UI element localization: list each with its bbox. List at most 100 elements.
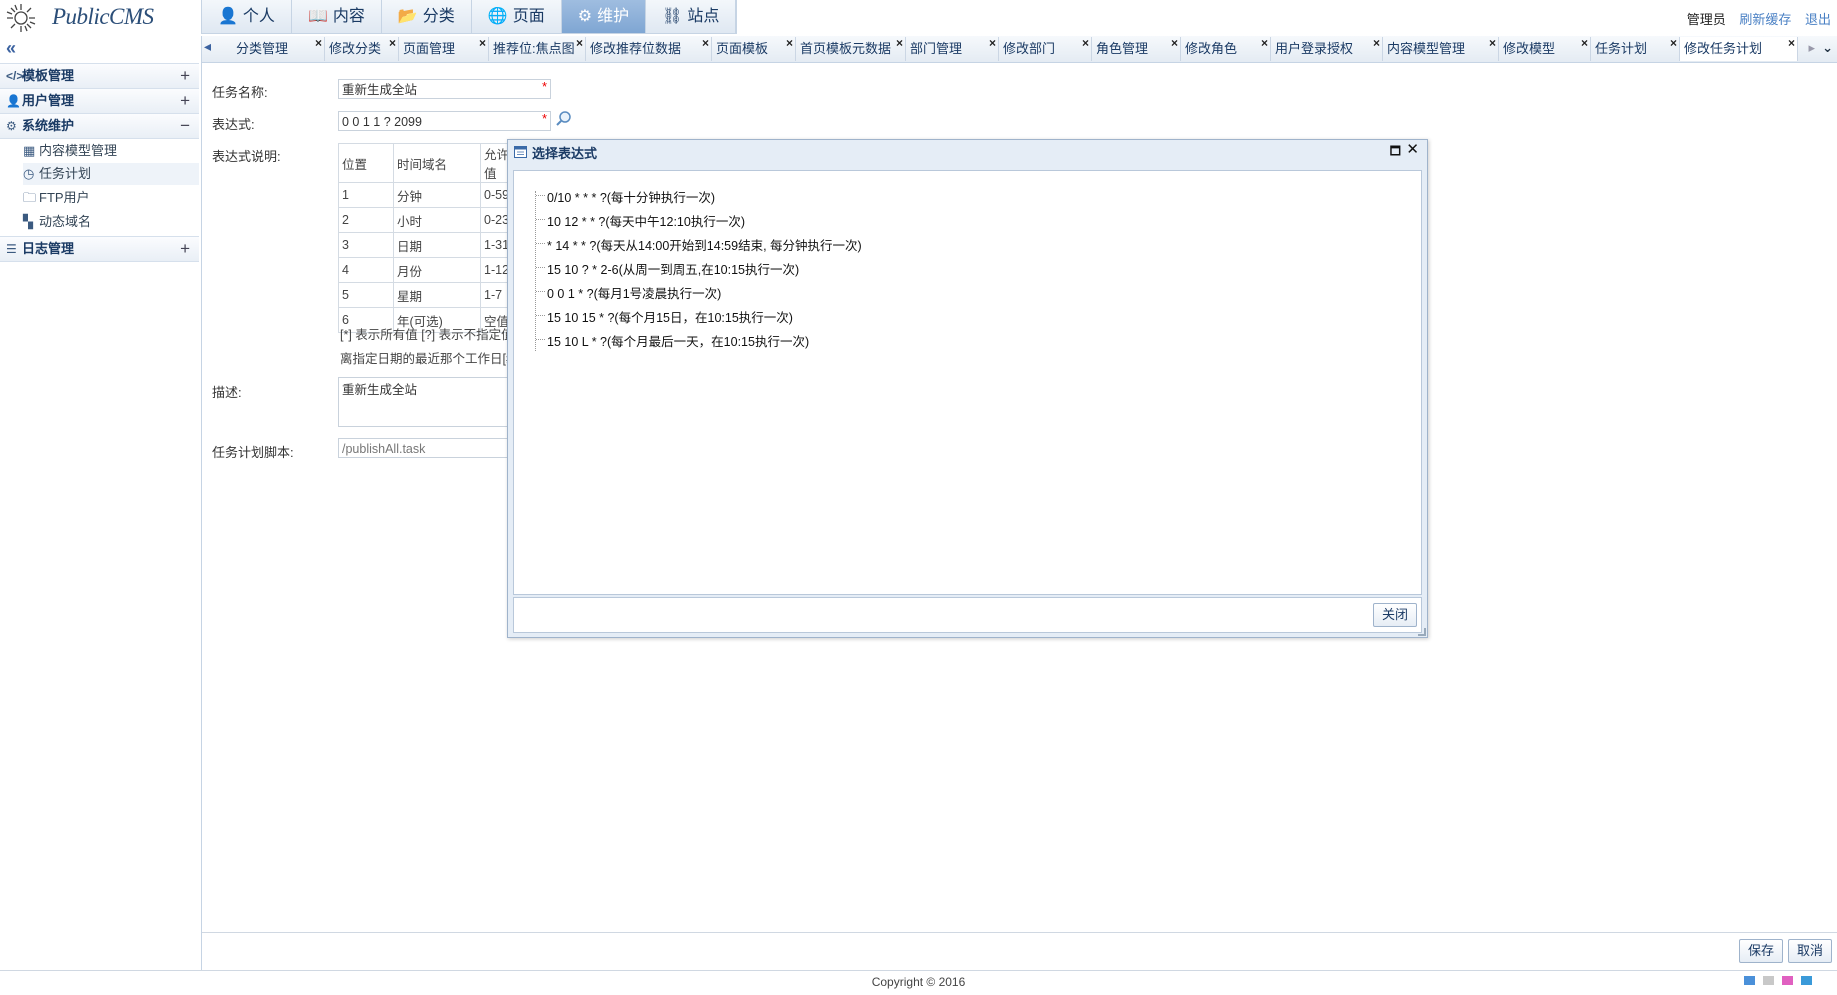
cancel-button[interactable]: 取消 <box>1787 939 1832 963</box>
page-tab-label: 修改分类 <box>329 41 382 56</box>
globe-icon: 🌐 <box>487 8 508 25</box>
page-tab[interactable]: 内容模型管理 × <box>1383 36 1499 61</box>
tab-close-icon[interactable]: × <box>1171 31 1178 55</box>
select-expression-dialog: 选择表达式 🗖 ✕ 0/10 * * * ?(每十分钟执行一次) 10 12 * … <box>507 139 1428 638</box>
page-tab[interactable]: 修改推荐位数据 × <box>586 36 712 61</box>
page-tab-label: 推荐位:焦点图 <box>493 41 575 56</box>
table-cell: 3 <box>338 232 394 258</box>
expression-option[interactable]: 15 10 L * ?(每个月最后一天，在10:15执行一次) <box>547 331 809 350</box>
help-note: [*] 表示所有值 [?] 表示不指定值 <box>340 328 514 342</box>
sidebar-item-content-model[interactable]: ▦ 内容模型管理 <box>23 140 199 162</box>
tab-close-icon[interactable]: × <box>989 31 996 55</box>
expression-option[interactable]: 15 10 15 * ?(每个月15日，在10:15执行一次) <box>547 307 793 326</box>
clock-icon: ◷ <box>23 166 35 181</box>
refresh-cache-link[interactable]: 刷新缓存 <box>1739 12 1791 27</box>
sidebar-item-dynamic-domain[interactable]: ▚ 动态域名 <box>23 211 199 233</box>
book-icon: 📖 <box>307 8 328 25</box>
theme-swatch[interactable] <box>1763 976 1774 985</box>
page-tab[interactable]: 角色管理 × <box>1092 36 1181 61</box>
main-nav: 👤 个人 📖 内容 📂 分类 🌐 页面 ⚙ 维护 ⛓ 站点 <box>201 0 738 34</box>
page-tab-label: 分类管理 <box>236 41 289 56</box>
collapse-icon[interactable]: − <box>180 114 190 138</box>
tab-close-icon[interactable]: × <box>1670 31 1677 55</box>
tab-close-icon[interactable]: × <box>896 31 903 55</box>
save-button[interactable]: 保存 <box>1738 939 1783 963</box>
page-tab-label: 修改角色 <box>1185 41 1238 56</box>
theme-swatch[interactable] <box>1801 976 1812 985</box>
task-name-input[interactable]: 重新生成全站 <box>338 79 551 99</box>
sidebar-group-log[interactable]: ☰ 日志管理 + <box>0 236 199 262</box>
table-cell: 4 <box>338 257 394 283</box>
tree-connector <box>536 315 545 316</box>
close-icon[interactable]: ✕ <box>1406 140 1419 158</box>
expression-option[interactable]: 0 0 1 * ?(每月1号凌晨执行一次) <box>547 283 721 302</box>
expand-icon[interactable]: + <box>180 237 190 261</box>
close-button[interactable]: 关闭 <box>1372 603 1417 627</box>
nav-tab-category[interactable]: 📂 分类 <box>382 0 472 33</box>
table-cell: 位置 <box>338 143 394 183</box>
nav-tab-label: 内容 <box>332 8 365 25</box>
page-tab[interactable]: 修改分类 × <box>325 36 399 61</box>
page-tab[interactable]: 分类管理 × <box>232 36 325 61</box>
tab-close-icon[interactable]: × <box>576 31 583 55</box>
table-cell: 分钟 <box>393 182 481 208</box>
nav-tab-site[interactable]: ⛓ 站点 <box>646 0 737 33</box>
page-tab[interactable]: 任务计划 × <box>1591 36 1680 61</box>
tab-close-icon[interactable]: × <box>479 31 486 55</box>
theme-swatch[interactable] <box>1744 976 1755 985</box>
tab-scroll-left-icon[interactable]: ◂ <box>204 38 211 55</box>
expression-option[interactable]: 10 12 * * ?(每天中午12:10执行一次) <box>547 211 745 230</box>
nav-tab-label: 页面 <box>512 8 545 25</box>
copyright: Copyright © 2016 <box>871 975 966 989</box>
sidebar-item-label: 内容模型管理 <box>39 143 118 158</box>
page-tab[interactable]: 部门管理 × <box>906 36 999 61</box>
page-tab-label: 部门管理 <box>910 41 963 56</box>
tab-close-icon[interactable]: × <box>1581 31 1588 55</box>
tab-close-icon[interactable]: × <box>1373 31 1380 55</box>
description-textarea[interactable]: 重新生成全站 <box>338 377 518 427</box>
tab-close-icon[interactable]: × <box>1788 31 1795 55</box>
page-tab[interactable]: 首页模板元数据 × <box>796 36 906 61</box>
logout-link[interactable]: 退出 <box>1805 12 1831 27</box>
resize-handle[interactable] <box>1418 628 1426 636</box>
tab-close-icon[interactable]: × <box>1261 31 1268 55</box>
nav-tab-personal[interactable]: 👤 个人 <box>202 0 292 33</box>
sidebar-item-task-plan[interactable]: ◷ 任务计划 <box>23 163 199 185</box>
theme-swatch[interactable] <box>1782 976 1793 985</box>
collapse-sidebar-icon[interactable]: « <box>6 38 16 59</box>
page-tab[interactable]: 修改任务计划 × <box>1680 36 1798 61</box>
sidebar-item-ftp-user[interactable]: 🗀 FTP用户 <box>23 187 199 209</box>
page-tab[interactable]: 页面管理 × <box>399 36 489 61</box>
expression-option[interactable]: 15 10 ? * 2-6(从周一到周五,在10:15执行一次) <box>547 259 799 278</box>
tab-close-icon[interactable]: × <box>1082 31 1089 55</box>
page-tab[interactable]: 页面模板 × <box>712 36 796 61</box>
expression-option[interactable]: 0/10 * * * ?(每十分钟执行一次) <box>547 187 715 206</box>
table-cell: 1 <box>338 182 394 208</box>
tab-close-icon[interactable]: × <box>702 31 709 55</box>
tab-close-icon[interactable]: × <box>315 31 322 55</box>
tab-close-icon[interactable]: × <box>1489 31 1496 55</box>
page-tab[interactable]: 修改模型 × <box>1499 36 1591 61</box>
tab-scroll-right-icon[interactable]: ▸ <box>1808 40 1815 56</box>
page-tab[interactable]: 修改角色 × <box>1181 36 1271 61</box>
page-tab[interactable]: 用户登录授权 × <box>1271 36 1383 61</box>
script-input[interactable]: /publishAll.task <box>338 438 518 458</box>
nav-tab-content[interactable]: 📖 内容 <box>292 0 382 33</box>
nav-tab-maintenance[interactable]: ⚙ 维护 <box>561 0 647 33</box>
sidebar-group-template[interactable]: </> 模板管理 + <box>0 63 199 89</box>
tab-close-icon[interactable]: × <box>389 31 396 55</box>
expand-icon[interactable]: + <box>180 89 190 113</box>
sidebar-group-user[interactable]: 👤 用户管理 + <box>0 88 199 114</box>
expression-option[interactable]: * 14 * * ?(每天从14:00开始到14:59结束, 每分钟执行一次) <box>547 235 862 254</box>
expression-input[interactable]: 0 0 1 1 ? 2099 <box>338 111 551 131</box>
sidebar-group-system[interactable]: ⚙ 系统维护 − <box>0 113 199 139</box>
expand-icon[interactable]: + <box>180 64 190 88</box>
page-tab[interactable]: 推荐位:焦点图 × <box>489 36 586 61</box>
tab-list-chevron-icon[interactable]: ⌄ <box>1822 40 1833 56</box>
maximize-icon[interactable]: 🗖 <box>1390 142 1401 163</box>
tab-close-icon[interactable]: × <box>786 31 793 55</box>
nav-tab-page[interactable]: 🌐 页面 <box>472 0 562 33</box>
search-icon[interactable] <box>555 110 573 131</box>
table-cell: 时间域名 <box>393 143 481 183</box>
page-tab[interactable]: 修改部门 × <box>999 36 1092 61</box>
